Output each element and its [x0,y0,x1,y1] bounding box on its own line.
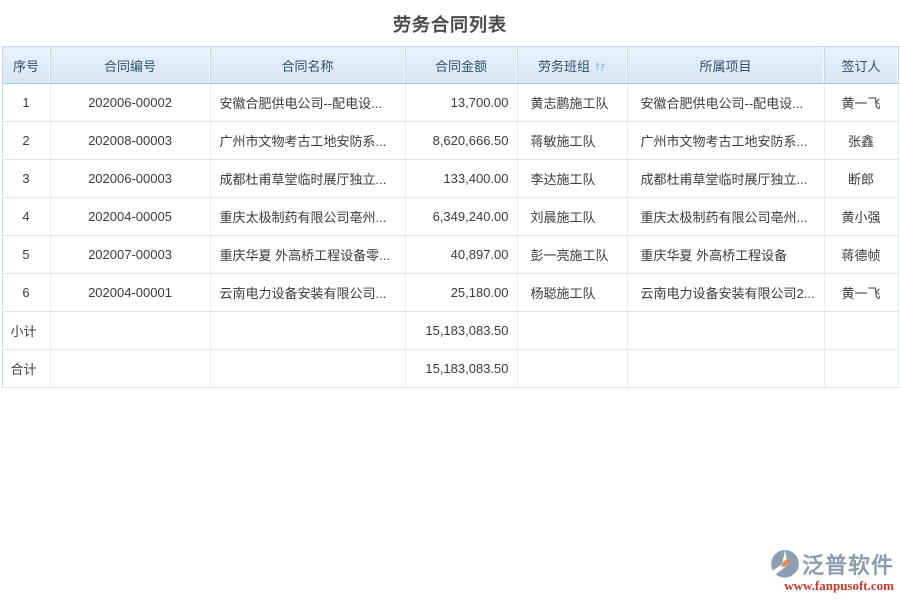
brand-url[interactable]: www.fanpusoft.com [784,578,894,594]
cell-contract-no[interactable]: 202004-00005 [50,198,210,236]
cell-labor-team[interactable]: 李达施工队 [517,160,627,198]
cell-contract-name[interactable]: 安徽合肥供电公司--配电设... [210,84,405,122]
subtotal-amount: 15,183,083.50 [405,312,517,350]
cell-contract-name[interactable]: 重庆太极制药有限公司亳州... [210,198,405,236]
cell-project[interactable]: 重庆华夏 外高桥工程设备 [627,236,824,274]
cell-contract-no[interactable]: 202006-00002 [50,84,210,122]
cell-contract-no[interactable]: 202008-00003 [50,122,210,160]
cell-contract-name[interactable]: 广州市文物考古工地安防系... [210,122,405,160]
cell-signer: 蒋德帧 [824,236,898,274]
cell-index: 4 [2,198,50,236]
col-header-amount: 合同金额 [405,47,517,84]
cell-signer: 断郎 [824,160,898,198]
cell-contract-name[interactable]: 重庆华夏 外高桥工程设备零... [210,236,405,274]
cell-labor-team[interactable]: 蒋敏施工队 [517,122,627,160]
subtotal-label: 小计 [2,312,50,350]
cell-labor-team[interactable]: 彭一亮施工队 [517,236,627,274]
cell-amount: 25,180.00 [405,274,517,312]
cell-contract-no[interactable]: 202007-00003 [50,236,210,274]
total-row: 合计 15,183,083.50 [2,350,898,388]
table-row: 3 202006-00003 成都杜甫草堂临时展厅独立... 133,400.0… [2,160,898,198]
cell-amount: 40,897.00 [405,236,517,274]
col-header-labor-team[interactable]: 劳务班组 [517,47,627,84]
cell-project[interactable]: 云南电力设备安装有限公司2... [627,274,824,312]
cell-index: 6 [2,274,50,312]
total-label: 合计 [2,350,50,388]
cell-index: 2 [2,122,50,160]
table-row: 5 202007-00003 重庆华夏 外高桥工程设备零... 40,897.0… [2,236,898,274]
total-amount: 15,183,083.50 [405,350,517,388]
cell-signer: 黄小强 [824,198,898,236]
cell-amount: 133,400.00 [405,160,517,198]
cell-labor-team[interactable]: 刘晨施工队 [517,198,627,236]
sort-icon[interactable] [595,60,606,75]
col-header-project: 所属项目 [627,47,824,84]
page-title: 劳务合同列表 [0,0,900,46]
cell-amount: 6,349,240.00 [405,198,517,236]
table-row: 2 202008-00003 广州市文物考古工地安防系... 8,620,666… [2,122,898,160]
brand-name: 泛普软件 [802,548,894,580]
cell-index: 5 [2,236,50,274]
col-header-contract-name: 合同名称 [210,47,405,84]
cell-labor-team[interactable]: 黄志鹏施工队 [517,84,627,122]
cell-project[interactable]: 成都杜甫草堂临时展厅独立... [627,160,824,198]
cell-signer: 黄一飞 [824,84,898,122]
col-header-contract-no: 合同编号 [50,47,210,84]
cell-contract-name[interactable]: 成都杜甫草堂临时展厅独立... [210,160,405,198]
cell-index: 3 [2,160,50,198]
cell-signer: 张鑫 [824,122,898,160]
cell-index: 1 [2,84,50,122]
cell-contract-no[interactable]: 202006-00003 [50,160,210,198]
cell-project[interactable]: 广州市文物考古工地安防系... [627,122,824,160]
cell-contract-no[interactable]: 202004-00001 [50,274,210,312]
fanpu-logo-icon [770,549,800,579]
col-header-signer: 签订人 [824,47,898,84]
table-row: 4 202004-00005 重庆太极制药有限公司亳州... 6,349,240… [2,198,898,236]
cell-labor-team[interactable]: 杨聪施工队 [517,274,627,312]
subtotal-row: 小计 15,183,083.50 [2,312,898,350]
cell-project[interactable]: 安徽合肥供电公司--配电设... [627,84,824,122]
cell-signer: 黄一飞 [824,274,898,312]
brand-footer: 泛普软件 www.fanpusoft.com [770,548,894,594]
cell-contract-name[interactable]: 云南电力设备安装有限公司... [210,274,405,312]
table-row: 1 202006-00002 安徽合肥供电公司--配电设... 13,700.0… [2,84,898,122]
labor-contract-table: 序号 合同编号 合同名称 合同金额 劳务班组 所属项目 签订人 1 202006… [2,46,899,388]
col-header-index: 序号 [2,47,50,84]
cell-amount: 13,700.00 [405,84,517,122]
cell-amount: 8,620,666.50 [405,122,517,160]
cell-project[interactable]: 重庆太极制药有限公司亳州... [627,198,824,236]
table-header-row: 序号 合同编号 合同名称 合同金额 劳务班组 所属项目 签订人 [2,47,898,84]
table-body: 1 202006-00002 安徽合肥供电公司--配电设... 13,700.0… [2,84,898,312]
table-row: 6 202004-00001 云南电力设备安装有限公司... 25,180.00… [2,274,898,312]
